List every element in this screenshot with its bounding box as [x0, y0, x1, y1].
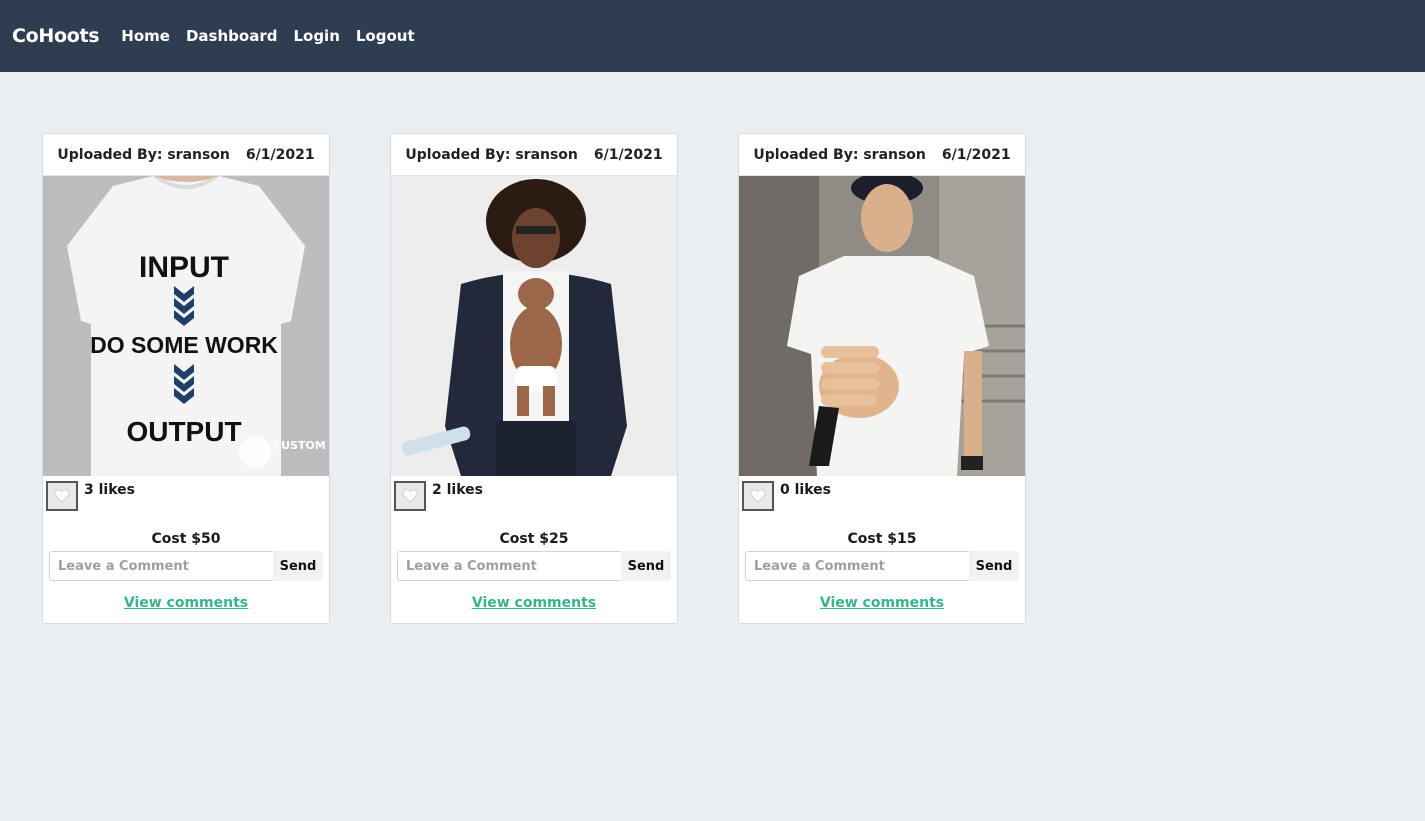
heart-icon: [54, 489, 70, 503]
comment-form: Send: [49, 551, 323, 581]
product-image: [739, 176, 1025, 476]
send-button[interactable]: Send: [273, 551, 323, 581]
shirt-text-output: OUTPUT: [126, 416, 241, 447]
product-image: [391, 176, 677, 476]
comment-input[interactable]: [49, 551, 273, 581]
shirt-text-work: DO SOME WORK: [90, 332, 278, 358]
card-header: Uploaded By: sranson 6/1/2021: [739, 134, 1025, 176]
like-button[interactable]: [394, 481, 426, 511]
comment-form: Send: [745, 551, 1019, 581]
nav-home-link[interactable]: Home: [121, 27, 170, 45]
brand-logo[interactable]: CoHoots: [12, 25, 100, 47]
product-grid: Uploaded By: sranson 6/1/2021 INPUT DO S…: [0, 72, 1425, 821]
view-comments-link[interactable]: View comments: [391, 595, 677, 611]
shirt-text-input: INPUT: [139, 251, 229, 284]
uploader-label: Uploaded By: sranson: [405, 146, 578, 163]
uploader-label: Uploaded By: sranson: [753, 146, 926, 163]
likes-count: 0 likes: [780, 482, 831, 498]
cost-label: Cost $50: [151, 531, 221, 547]
card-header: Uploaded By: sranson 6/1/2021: [43, 134, 329, 176]
view-comments-link[interactable]: View comments: [43, 595, 329, 611]
product-image: INPUT DO SOME WORK OUTPUT CUSTOM INK: [43, 176, 329, 476]
uploader-label: Uploaded By: sranson: [57, 146, 230, 163]
comment-input[interactable]: [745, 551, 969, 581]
comment-input[interactable]: [397, 551, 621, 581]
likes-count: 2 likes: [432, 482, 483, 498]
view-comments-link[interactable]: View comments: [739, 595, 1025, 611]
heart-icon: [402, 489, 418, 503]
nav-login-link[interactable]: Login: [293, 27, 339, 45]
like-row: 3 likes: [43, 476, 329, 512]
upload-date: 6/1/2021: [941, 146, 1011, 163]
like-row: 2 likes: [391, 476, 677, 512]
heart-icon: [750, 489, 766, 503]
watermark-text: CUSTOM INK: [273, 439, 329, 452]
likes-count: 3 likes: [84, 482, 135, 498]
product-card: Uploaded By: sranson 6/1/2021: [738, 133, 1026, 624]
card-header: Uploaded By: sranson 6/1/2021: [391, 134, 677, 176]
like-button[interactable]: [46, 481, 78, 511]
cost-label: Cost $25: [499, 531, 569, 547]
navbar: CoHoots Home Dashboard Login Logout: [0, 0, 1425, 72]
comment-form: Send: [397, 551, 671, 581]
cost-label: Cost $15: [847, 531, 917, 547]
upload-date: 6/1/2021: [245, 146, 315, 163]
send-button[interactable]: Send: [969, 551, 1019, 581]
nav-dashboard-link[interactable]: Dashboard: [186, 27, 277, 45]
like-row: 0 likes: [739, 476, 1025, 512]
product-card: Uploaded By: sranson 6/1/2021: [390, 133, 678, 624]
send-button[interactable]: Send: [621, 551, 671, 581]
product-card: Uploaded By: sranson 6/1/2021 INPUT DO S…: [42, 133, 330, 624]
like-button[interactable]: [742, 481, 774, 511]
upload-date: 6/1/2021: [593, 146, 663, 163]
nav-logout-link[interactable]: Logout: [356, 27, 415, 45]
